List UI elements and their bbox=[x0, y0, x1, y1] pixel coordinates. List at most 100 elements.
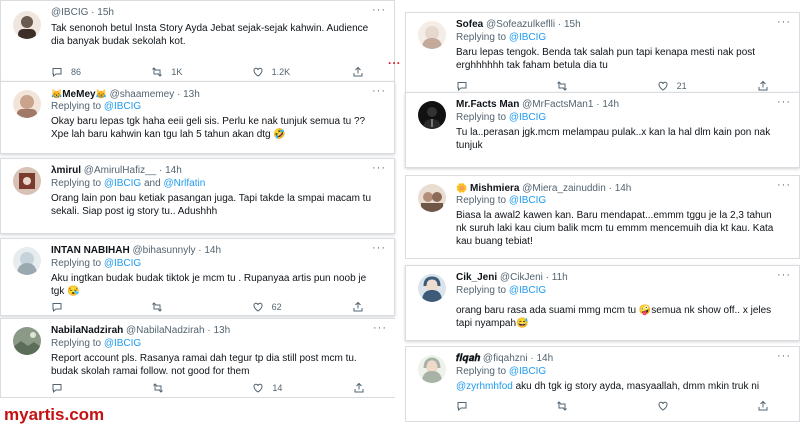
user-handle[interactable]: @fiqahzni bbox=[483, 353, 528, 364]
avatar[interactable] bbox=[13, 247, 41, 275]
tweet-reply-intan[interactable]: INTAN NABIHAH @bihasunnyly · 14h ··· Rep… bbox=[0, 238, 395, 316]
avatar[interactable] bbox=[13, 327, 41, 355]
avatar[interactable] bbox=[418, 101, 446, 129]
more-menu-icon[interactable]: ··· bbox=[372, 4, 386, 16]
more-menu-icon[interactable]: ··· bbox=[777, 350, 791, 362]
retweet-button[interactable] bbox=[151, 301, 191, 313]
mention-link[interactable]: @IBCIG bbox=[104, 258, 141, 269]
mention-link[interactable]: @IBCIG bbox=[509, 112, 546, 123]
more-menu-icon[interactable]: ··· bbox=[777, 16, 791, 28]
tweet-reply-mishmiera[interactable]: 🌼 Mishmiera @Miera_zainuddin · 14h ··· R… bbox=[405, 175, 800, 259]
mention-link[interactable]: @IBCIG bbox=[104, 101, 141, 112]
mention-link[interactable]: @IBCIG bbox=[509, 195, 546, 206]
tweet-reply-amirul[interactable]: λmirul @AmirulHafiz__ · 14h ··· Replying… bbox=[0, 158, 395, 234]
timestamp[interactable]: 14h bbox=[615, 183, 632, 194]
display-name[interactable]: λmirul bbox=[51, 165, 81, 176]
replying-to: Replying to @IBCIG bbox=[51, 100, 141, 113]
more-menu-icon[interactable]: ··· bbox=[777, 96, 791, 108]
user-handle[interactable]: @NabilaNadzirah bbox=[126, 325, 205, 336]
avatar[interactable] bbox=[418, 355, 446, 383]
timestamp[interactable]: 11h bbox=[552, 272, 568, 283]
avatar[interactable] bbox=[13, 11, 41, 39]
avatar[interactable] bbox=[13, 90, 41, 118]
reply-button[interactable] bbox=[51, 382, 91, 394]
display-name[interactable]: Mr.Facts Man bbox=[456, 99, 519, 110]
more-menu-icon[interactable]: ··· bbox=[373, 322, 387, 334]
avatar[interactable] bbox=[418, 184, 446, 212]
like-button[interactable]: 14 bbox=[252, 382, 292, 394]
mention-link[interactable]: @zyrhmhfod bbox=[456, 381, 513, 392]
replying-to: Replying to @IBCIG bbox=[456, 31, 546, 44]
more-menu-icon[interactable]: ··· bbox=[372, 85, 386, 97]
more-menu-icon[interactable]: ··· bbox=[372, 242, 386, 254]
user-handle[interactable]: @bihasunnyly bbox=[132, 245, 195, 256]
user-handle[interactable]: @MrFactsMan1 bbox=[522, 99, 593, 110]
more-menu-icon[interactable]: ··· bbox=[372, 162, 386, 174]
user-handle[interactable]: @Miera_zainuddin bbox=[522, 183, 606, 194]
reply-button[interactable] bbox=[456, 400, 496, 412]
reply-button[interactable]: 86 bbox=[51, 66, 91, 78]
avatar[interactable] bbox=[13, 167, 41, 195]
retweet-icon bbox=[152, 302, 163, 312]
share-button[interactable] bbox=[757, 400, 769, 412]
like-button[interactable]: 62 bbox=[252, 301, 292, 313]
display-name[interactable]: Mishmiera bbox=[470, 183, 519, 194]
tweet-text: Aku ingtkan budak budak tiktok je mcm tu… bbox=[51, 273, 367, 297]
share-button[interactable] bbox=[757, 80, 769, 92]
action-bar: 21 bbox=[456, 79, 769, 93]
timestamp[interactable]: 15h bbox=[564, 19, 581, 30]
retweet-button[interactable] bbox=[556, 80, 596, 92]
timestamp[interactable]: 15h bbox=[97, 7, 114, 18]
avatar[interactable] bbox=[418, 274, 446, 302]
share-button[interactable] bbox=[352, 66, 364, 78]
reply-button[interactable] bbox=[51, 301, 91, 313]
share-button[interactable] bbox=[352, 301, 364, 313]
user-handle[interactable]: @shaamemey bbox=[110, 89, 175, 100]
more-menu-icon[interactable]: ··· bbox=[777, 179, 791, 191]
more-menu-icon[interactable]: ··· bbox=[777, 269, 791, 281]
replying-to-label: Replying to bbox=[456, 112, 507, 123]
share-button[interactable] bbox=[353, 382, 365, 394]
retweet-button[interactable]: 1K bbox=[151, 66, 191, 78]
tweet-reply-nabila[interactable]: NabilaNadzirah @NabilaNadzirah · 13h ···… bbox=[0, 318, 395, 398]
tweet-reply-sofea[interactable]: Sofea @Sofeazulkeflli · 15h ··· Replying… bbox=[405, 12, 800, 96]
like-button[interactable]: 1.2K bbox=[252, 66, 292, 78]
mention-link[interactable]: @Nrlfatin bbox=[163, 178, 205, 189]
mention-link[interactable]: @IBCIG bbox=[509, 32, 546, 43]
timestamp[interactable]: 14h bbox=[536, 353, 553, 364]
tweet-ibcig-original[interactable]: @IBCIG · 15h ··· Tak senonoh betul Insta… bbox=[0, 0, 395, 87]
like-button[interactable]: 21 bbox=[657, 80, 697, 92]
display-name[interactable]: NabilaNadzirah bbox=[51, 325, 123, 336]
user-handle[interactable]: @AmirulHafiz__ bbox=[84, 165, 156, 176]
mention-link[interactable]: @IBCIG bbox=[104, 338, 141, 349]
tweet-reply-cikjeni[interactable]: Cik_Jeni @CikJeni · 11h ··· Replying to … bbox=[405, 265, 800, 341]
avatar[interactable] bbox=[418, 21, 446, 49]
mention-link[interactable]: @IBCIG bbox=[104, 178, 141, 189]
reply-button[interactable] bbox=[456, 80, 496, 92]
retweet-button[interactable] bbox=[556, 400, 596, 412]
display-name[interactable]: INTAN NABIHAH bbox=[51, 245, 130, 256]
display-name[interactable]: 𝒇𝒊𝒒𝒂𝒉 bbox=[456, 353, 480, 364]
display-name[interactable]: MeMey bbox=[62, 89, 95, 100]
replying-to-label: Replying to bbox=[51, 178, 102, 189]
like-button[interactable] bbox=[657, 400, 697, 412]
tweet-reply-fiqah[interactable]: 𝒇𝒊𝒒𝒂𝒉 @fiqahzni · 14h ··· Replying to @I… bbox=[405, 346, 800, 422]
timestamp[interactable]: 14h bbox=[165, 165, 182, 176]
user-handle[interactable]: @CikJeni bbox=[500, 272, 543, 283]
action-bar: 62 bbox=[51, 300, 364, 314]
reply-icon bbox=[52, 68, 62, 78]
timestamp[interactable]: 13h bbox=[183, 89, 200, 100]
tweet-text: Tu la..perasan jgk.mcm melampau pulak..x… bbox=[456, 127, 771, 151]
mention-link[interactable]: @IBCIG bbox=[509, 285, 546, 296]
tweet-reply-mrfactsman[interactable]: Mr.Facts Man @MrFactsMan1 · 14h ··· Repl… bbox=[405, 92, 800, 168]
display-name[interactable]: Cik_Jeni bbox=[456, 272, 497, 283]
user-handle[interactable]: @IBCIG bbox=[51, 7, 88, 18]
timestamp[interactable]: 13h bbox=[213, 325, 230, 336]
display-name[interactable]: Sofea bbox=[456, 19, 483, 30]
timestamp[interactable]: 14h bbox=[204, 245, 221, 256]
user-handle[interactable]: @Sofeazulkeflli bbox=[486, 19, 555, 30]
mention-link[interactable]: @IBCIG bbox=[509, 366, 546, 377]
tweet-reply-memey[interactable]: 😹MeMey😹 @shaamemey · 13h ··· Replying to… bbox=[0, 81, 395, 154]
timestamp[interactable]: 14h bbox=[602, 99, 619, 110]
retweet-button[interactable] bbox=[152, 382, 192, 394]
